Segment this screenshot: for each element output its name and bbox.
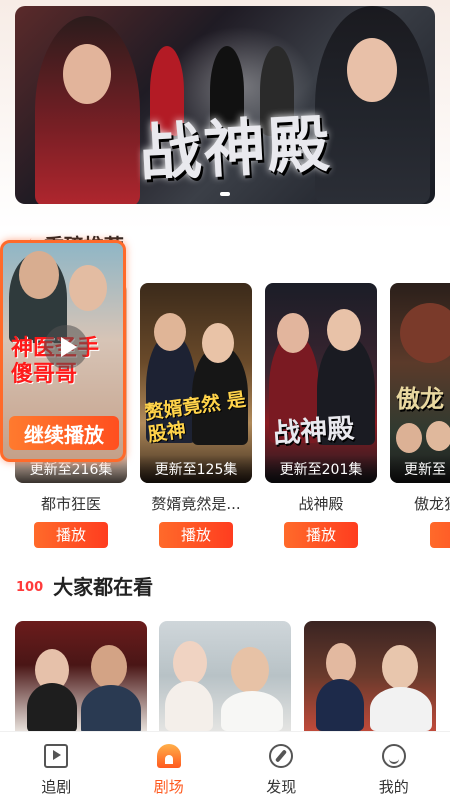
drama-card[interactable]: 傲龙 更新至 傲龙狂 播放 [390,283,450,548]
poster-actress-face [202,323,234,363]
watching-grid [0,621,450,731]
tab-label: 我的 [378,778,409,796]
play-button[interactable]: 播放 [159,522,233,548]
drama-update-status: 更新至 [390,455,450,483]
drama-title: 赘婿竟然是... [151,495,241,513]
poster-actor-face [154,313,186,351]
banner-indicator [15,192,435,196]
continue-play-button[interactable]: 继续播放 [9,416,119,450]
thumb-actor-face [231,647,269,693]
thumb-actor-face [382,645,418,689]
thumb-actress [165,681,213,731]
poster-actor-face [396,423,422,453]
drama-poster[interactable]: 战神殿 更新至201集 [265,283,377,483]
drama-thumbnail[interactable] [304,621,436,731]
drama-thumbnail[interactable] [15,621,147,731]
compass-icon [269,744,294,768]
poster-actor-face [426,421,450,451]
tab-label: 剧场 [153,778,184,796]
thumb-actress [27,683,77,731]
thumb-actor-face [91,645,127,689]
poster-actress-face [69,265,107,311]
hundred-points-icon: 100 [16,580,44,595]
drama-update-status: 更新至125集 [140,455,252,483]
drama-thumbnail[interactable] [159,621,291,731]
play-icon[interactable] [44,325,88,369]
tab-follow[interactable]: 追剧 [0,732,113,800]
poster-title-art: 傲龙 [396,384,444,413]
poster-title-art: 战神殿 [272,413,356,450]
thumb-actor [370,687,432,731]
play-button[interactable]: 播放 [284,522,358,548]
thumb-actress-face [173,641,207,685]
thumb-actor [221,691,283,731]
poster-dragon [400,303,450,363]
poster-actor-face [19,251,59,299]
tv-icon [44,744,69,768]
tab-mine[interactable]: 我的 [338,732,450,800]
drama-card[interactable]: 战神殿 更新至201集 战神殿 播放 [265,283,377,548]
drama-card[interactable]: 赘婿竟然 是股神 更新至125集 赘婿竟然是... 播放 [140,283,252,548]
drama-title: 都市狂医 [40,495,101,513]
drama-title: 战神殿 [298,495,344,513]
drama-poster[interactable]: 赘婿竟然 是股神 更新至125集 [140,283,252,483]
tab-theater[interactable]: 剧场 [113,732,226,800]
thumb-actor [81,685,141,731]
banner-title: 战神殿 [137,107,334,190]
tab-discover[interactable]: 发现 [225,732,338,800]
play-button[interactable]: 播放 [34,522,108,548]
section-watching-title: 大家都在看 [53,575,154,599]
bottom-tab-bar: 追剧 剧场 发现 我的 [0,731,450,800]
drama-poster[interactable]: 傲龙 更新至 [390,283,450,483]
tab-label: 发现 [266,778,297,796]
smile-icon [381,744,406,768]
continue-watching-card[interactable]: 神医圣手 傻哥哥 继续播放 [0,240,126,462]
poster-actor-face [327,309,361,351]
drama-title: 傲龙狂 [414,495,450,513]
tab-label: 追剧 [41,778,72,796]
thumb-actor-face [326,643,356,683]
banner-carousel[interactable]: 战神殿 [15,6,435,204]
section-watching-heading: 100 大家都在看 [16,571,153,600]
drama-update-status: 更新至201集 [265,455,377,483]
thumb-actor [316,679,364,731]
home-icon [156,744,181,768]
banner-dot-active [220,192,230,196]
banner-actress-face [63,44,111,104]
page: 战神殿 ♨重磅推荐 更新至216集 都市狂医 播放 赘婿竟然 是股神 更新至12… [0,0,450,800]
play-button[interactable]: 播放 [430,522,450,548]
poster-actress-face [277,313,309,353]
